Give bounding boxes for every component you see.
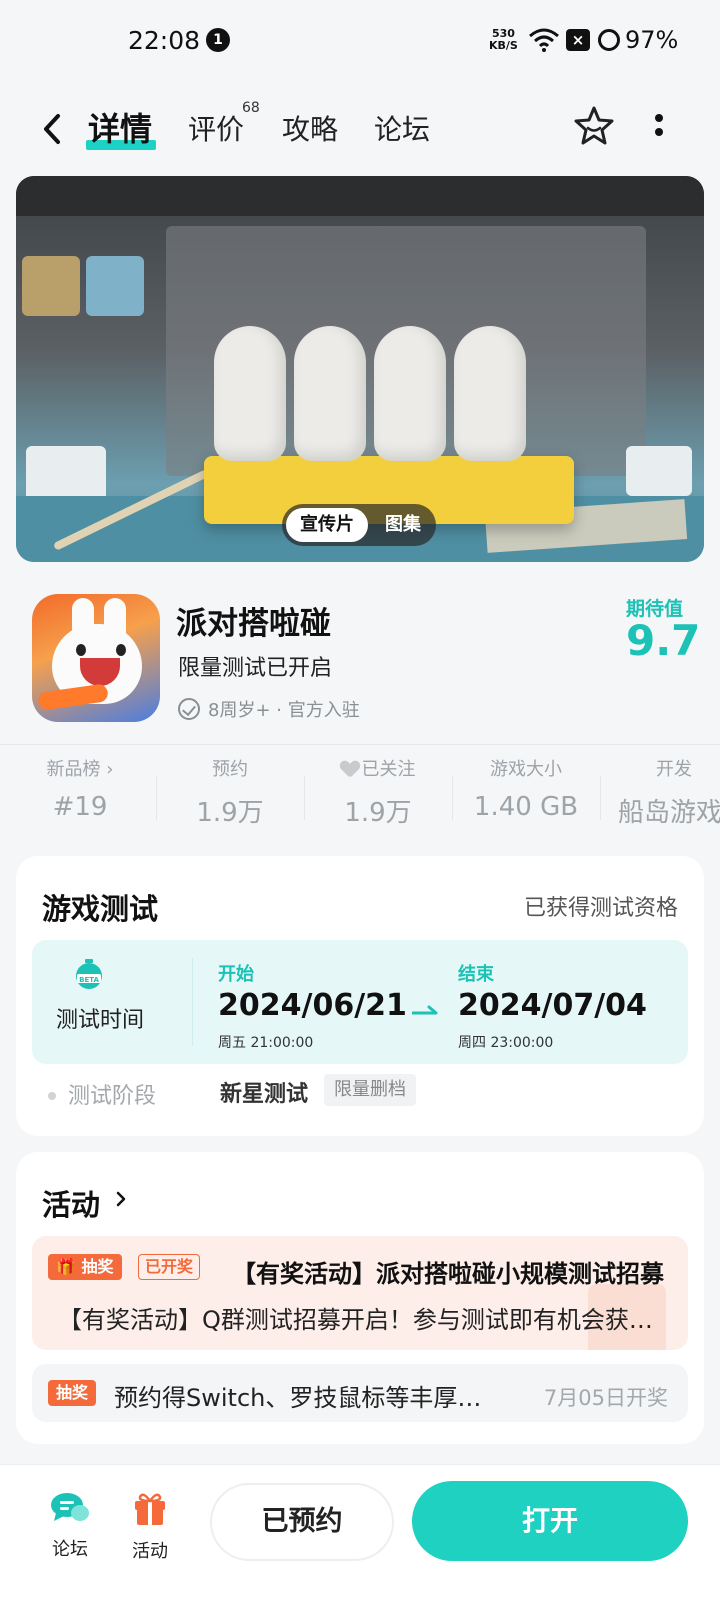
video-tab[interactable]: 宣传片 [286, 508, 368, 542]
open-game-button[interactable]: 打开 [412, 1481, 688, 1561]
hero-figurine [214, 326, 286, 461]
stat-value: 船岛游戏 [618, 798, 720, 828]
end-date: 2024/07/04 [458, 988, 647, 1023]
stat-reservations: 预约 1.9万 [156, 756, 304, 829]
clock: 22:08 [128, 26, 201, 55]
stat-value: 1.9万 [344, 798, 412, 828]
tab-forum[interactable]: 论坛 [374, 108, 430, 148]
activity-item-text: 预约得Switch、罗技鼠标等丰厚好礼 [114, 1384, 494, 1412]
activity-draw-date: 7月05日开奖 [543, 1386, 668, 1410]
tab-guides[interactable]: 攻略 [282, 108, 338, 148]
top-nav: 详情 评价 68 攻略 论坛 [0, 92, 720, 166]
stat-value: 1.9万 [196, 798, 264, 828]
stat-label: 游戏大小 [490, 759, 562, 780]
stat-label: 预约 [212, 759, 248, 780]
reserved-button[interactable]: 已预约 [210, 1483, 394, 1561]
start-label: 开始 [218, 964, 254, 985]
end-time: 周四 23:00:00 [458, 1035, 554, 1051]
stat-size: 游戏大小 1.40 GB [452, 756, 600, 822]
test-phase-value: 新星测试 [220, 1082, 309, 1107]
activity-item-desc: 【有奖活动】Q群测试招募开启！参与测试即有机会获得好礼 [58, 1306, 658, 1334]
hero-figurine [294, 326, 366, 461]
sim-off-icon: × [566, 29, 590, 51]
activity-title[interactable]: 活动 [42, 1182, 100, 1224]
reviews-count-badge: 68 [242, 100, 260, 116]
arrow-right-icon [412, 1005, 438, 1015]
stat-label: 开发 [656, 759, 692, 780]
stat-value: #19 [52, 792, 108, 822]
network-speed: 530 KB/S [489, 28, 518, 52]
game-subtitle: 限量测试已开启 [178, 656, 333, 681]
verified-check-icon [178, 698, 200, 720]
bottom-action-bar: 论坛 活动 已预约 打开 [0, 1464, 720, 1608]
bullet-dot [48, 1092, 56, 1100]
tab-reviews[interactable]: 评价 [188, 108, 244, 148]
chevron-right-icon[interactable] [116, 1190, 126, 1208]
lottery-badge: 🎁 抽奖 [48, 1254, 122, 1280]
hero-paint-jar [86, 256, 144, 316]
status-bar: 22:08 1 530 KB/S × 97% [0, 0, 720, 84]
hero-figurine [374, 326, 446, 461]
bottom-nav-activity[interactable]: 活动 [120, 1491, 180, 1563]
activity-item[interactable]: 抽奖 预约得Switch、罗技鼠标等丰厚好礼 7月05日开奖 [32, 1364, 688, 1422]
test-box-separator [192, 958, 193, 1046]
hero-shelf [16, 176, 704, 216]
wifi-icon [529, 28, 559, 52]
bottom-nav-label: 活动 [132, 1541, 168, 1562]
forum-chat-icon [51, 1493, 89, 1521]
stat-new-rank[interactable]: 新品榜 › #19 [6, 756, 154, 822]
gift-icon [135, 1493, 165, 1525]
game-title: 派对搭啦碰 [176, 606, 331, 642]
start-time: 周五 21:00:00 [218, 1035, 314, 1051]
svg-text:BETA: BETA [79, 976, 99, 984]
stat-followers[interactable]: 已关注 1.9万 [304, 756, 452, 829]
end-label: 结束 [458, 964, 494, 985]
network-speed-unit: KB/S [489, 39, 518, 52]
test-phase-label: 测试阶段 [68, 1084, 157, 1109]
battery-ring-icon [598, 29, 620, 51]
game-app-icon [32, 594, 160, 722]
back-icon[interactable] [38, 110, 68, 148]
stat-label: 已关注 [304, 756, 452, 788]
divider [0, 744, 720, 745]
hero-paint-jar [22, 256, 80, 316]
battery-level: 97% [625, 26, 679, 54]
drawn-badge: 已开奖 [138, 1254, 201, 1280]
lottery-badge: 抽奖 [48, 1380, 97, 1406]
test-card-title: 游戏测试 [42, 892, 159, 926]
bottom-nav-forum[interactable]: 论坛 [40, 1491, 100, 1561]
game-meta-text: 8周岁+ · 官方入驻 [208, 700, 360, 721]
test-period-box: BETA 测试时间 开始 2024/06/21 周五 21:00:00 结束 2… [32, 940, 688, 1064]
test-time-label: 测试时间 [56, 1008, 145, 1033]
test-phase-tag: 限量删档 [324, 1074, 416, 1106]
game-test-card: 游戏测试 已获得测试资格 BETA 测试时间 开始 2024/06/21 周五 … [16, 856, 704, 1136]
activity-card: 活动 🎁 抽奖 已开奖 【有奖活动】派对搭啦碰小规模测试招募 【有奖活动】Q群测… [16, 1152, 704, 1444]
hero-jar [626, 446, 692, 496]
gift-icon: 🎁 [56, 1257, 76, 1276]
bottom-nav-label: 论坛 [52, 1539, 88, 1560]
favorite-star-icon[interactable] [572, 104, 616, 148]
tab-details[interactable]: 详情 [88, 104, 152, 150]
gallery-tab[interactable]: 图集 [376, 508, 430, 542]
activity-item-featured[interactable]: 🎁 抽奖 已开奖 【有奖活动】派对搭啦碰小规模测试招募 【有奖活动】Q群测试招募… [32, 1236, 688, 1350]
heart-icon [341, 761, 359, 777]
test-qualification-status: 已获得测试资格 [523, 896, 678, 921]
hero-figurine [454, 326, 526, 461]
media-switch: 宣传片 图集 [282, 504, 436, 546]
game-meta: 8周岁+ · 官方入驻 [178, 696, 360, 722]
beta-timer-icon: BETA [76, 959, 102, 989]
notification-badge: 1 [206, 28, 230, 52]
expectation-score: 9.7 [626, 616, 701, 665]
start-date: 2024/06/21 [218, 988, 407, 1023]
activity-item-title: 【有奖活动】派对搭啦碰小规模测试招募 [232, 1260, 664, 1288]
more-menu-icon[interactable] [654, 114, 664, 142]
stat-developer[interactable]: 开发 船岛游戏 [600, 756, 720, 829]
stat-value: 1.40 GB [473, 792, 579, 822]
stat-label: 新品榜 › [46, 759, 114, 780]
stats-row: 新品榜 › #19 预约 1.9万 已关注 1.9万 游戏大小 1.40 GB … [0, 756, 720, 836]
